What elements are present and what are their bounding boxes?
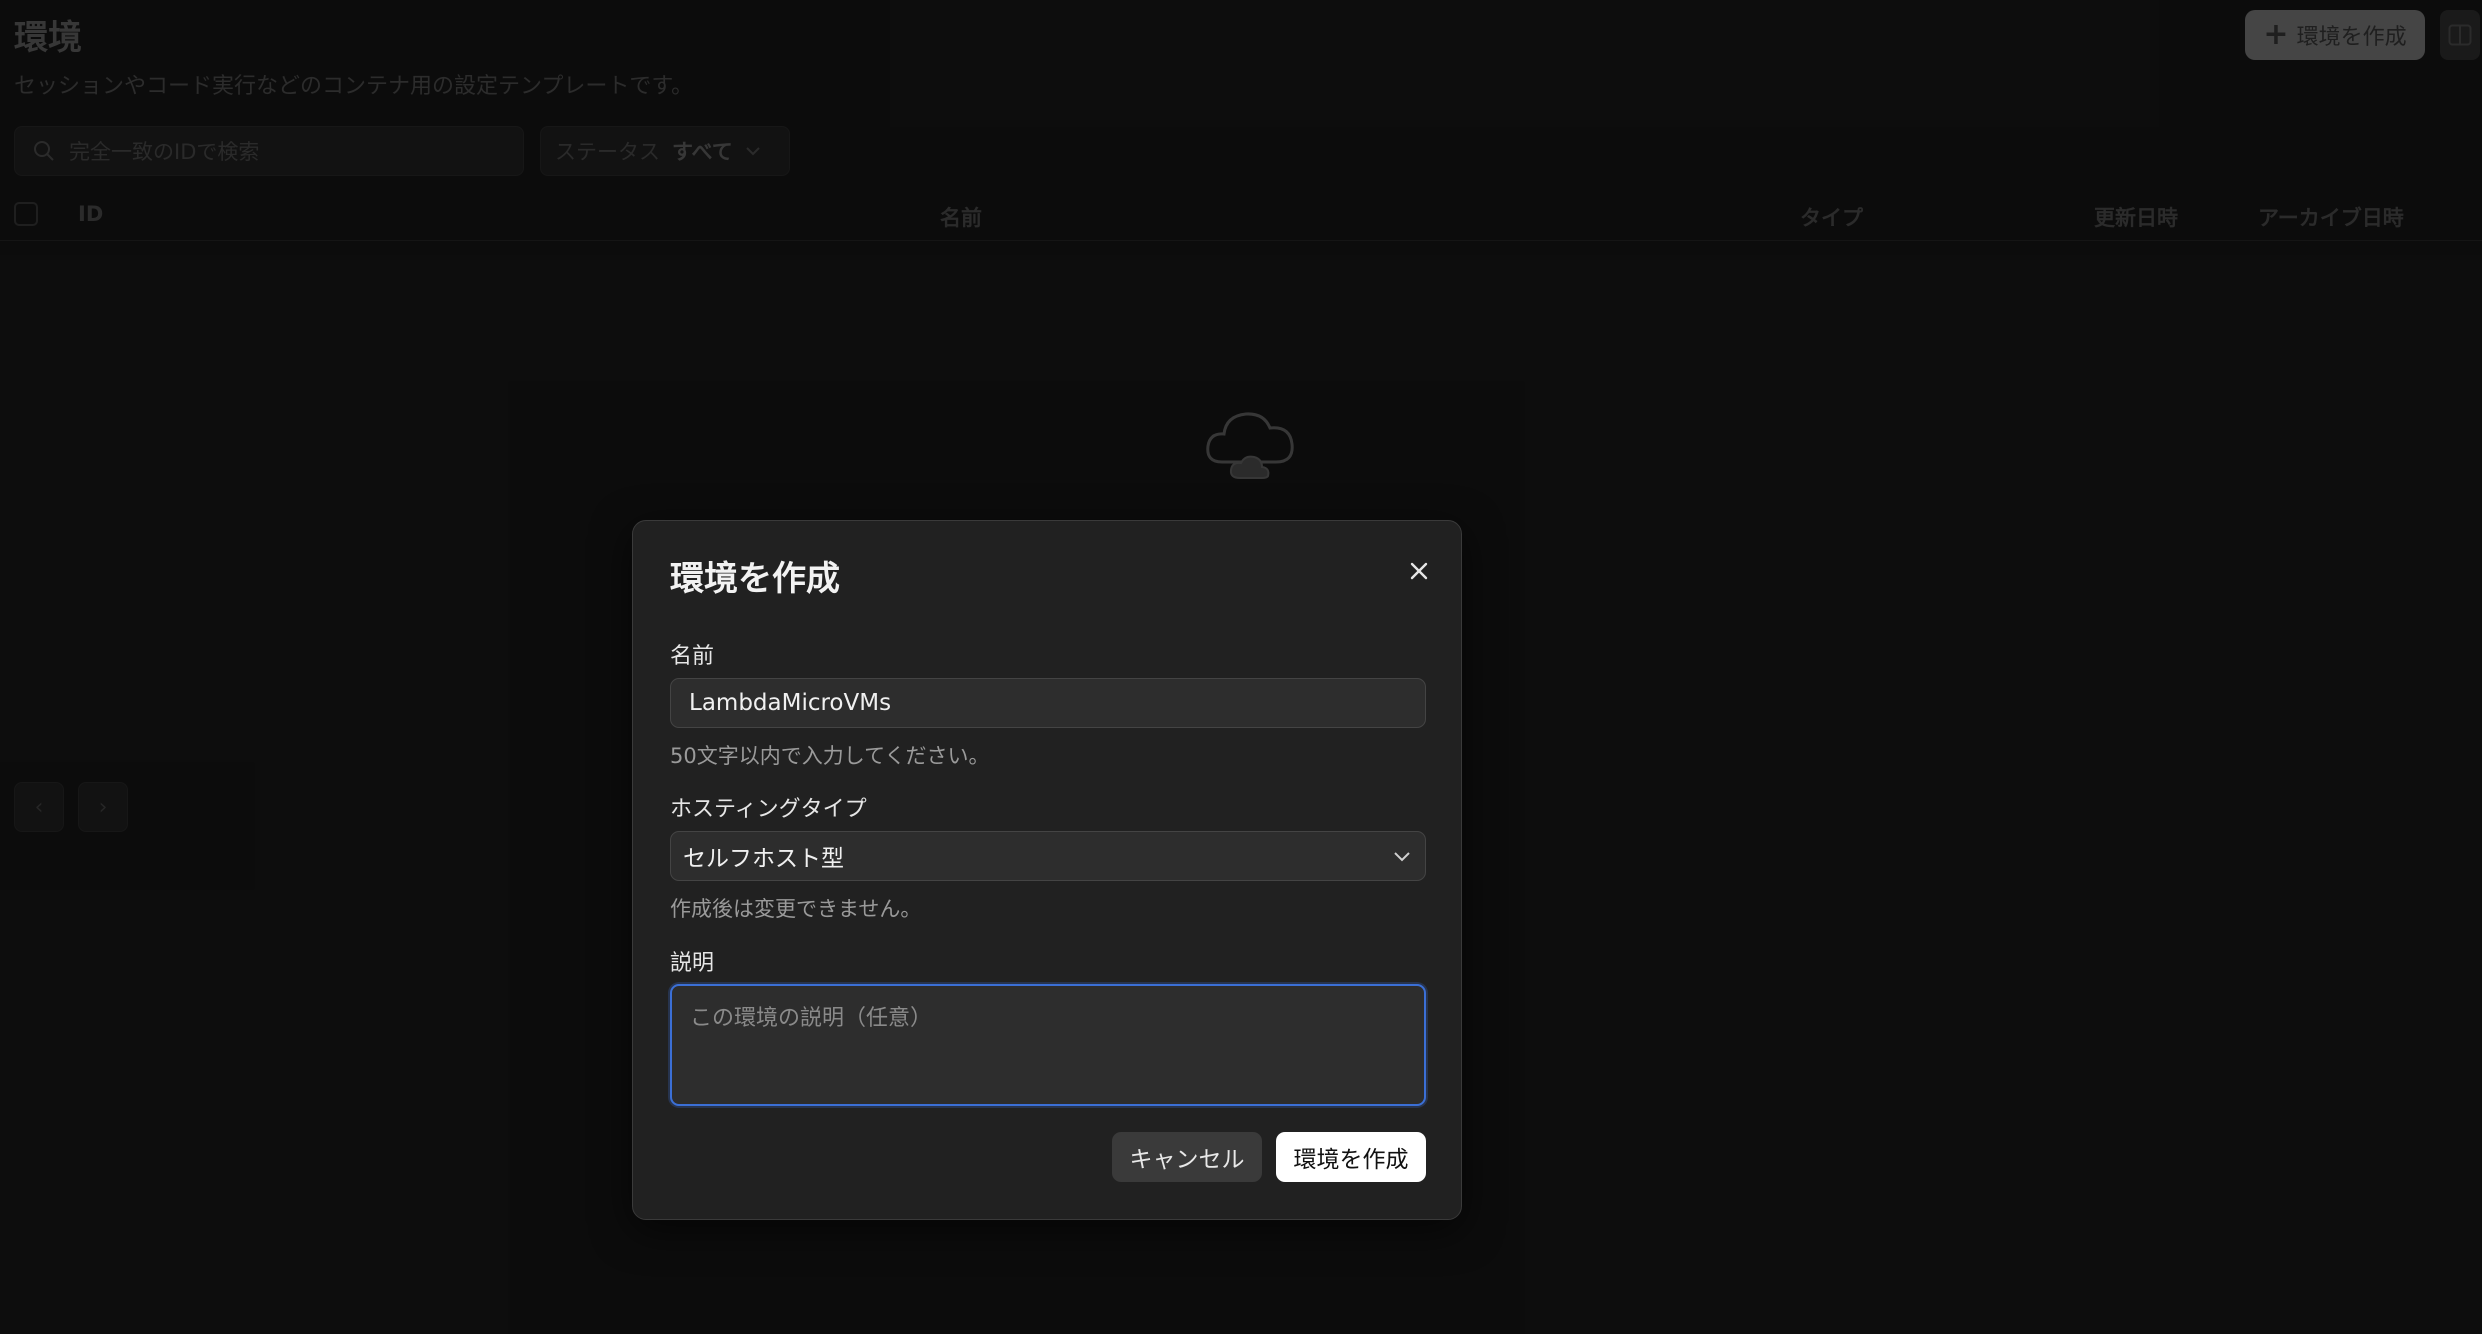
- name-input[interactable]: [670, 678, 1426, 728]
- environments-page: 環境 セッションやコード実行などのコンテナ用の設定テンプレートです。 + 環境を…: [0, 0, 2482, 1334]
- create-environment-submit-button[interactable]: 環境を作成: [1276, 1132, 1426, 1182]
- hosting-type-help-text: 作成後は変更できません。: [670, 897, 922, 921]
- description-label: 説明: [670, 951, 715, 976]
- hosting-type-value: セルフホスト型: [683, 846, 844, 872]
- dialog-title: 環境を作成: [670, 559, 840, 599]
- hosting-type-select[interactable]: セルフホスト型: [670, 831, 1426, 881]
- close-icon: [1410, 562, 1428, 580]
- name-help-text: 50文字以内で入力してください。: [670, 744, 990, 768]
- cancel-button[interactable]: キャンセル: [1112, 1132, 1262, 1182]
- create-environment-dialog: 環境を作成 名前 50文字以内で入力してください。 ホスティングタイプ セルフホ…: [632, 520, 1462, 1220]
- close-button[interactable]: [1399, 551, 1439, 591]
- description-textarea[interactable]: [670, 984, 1426, 1106]
- hosting-type-label: ホスティングタイプ: [670, 797, 867, 822]
- chevron-down-icon: [1394, 852, 1410, 862]
- name-label: 名前: [670, 644, 715, 669]
